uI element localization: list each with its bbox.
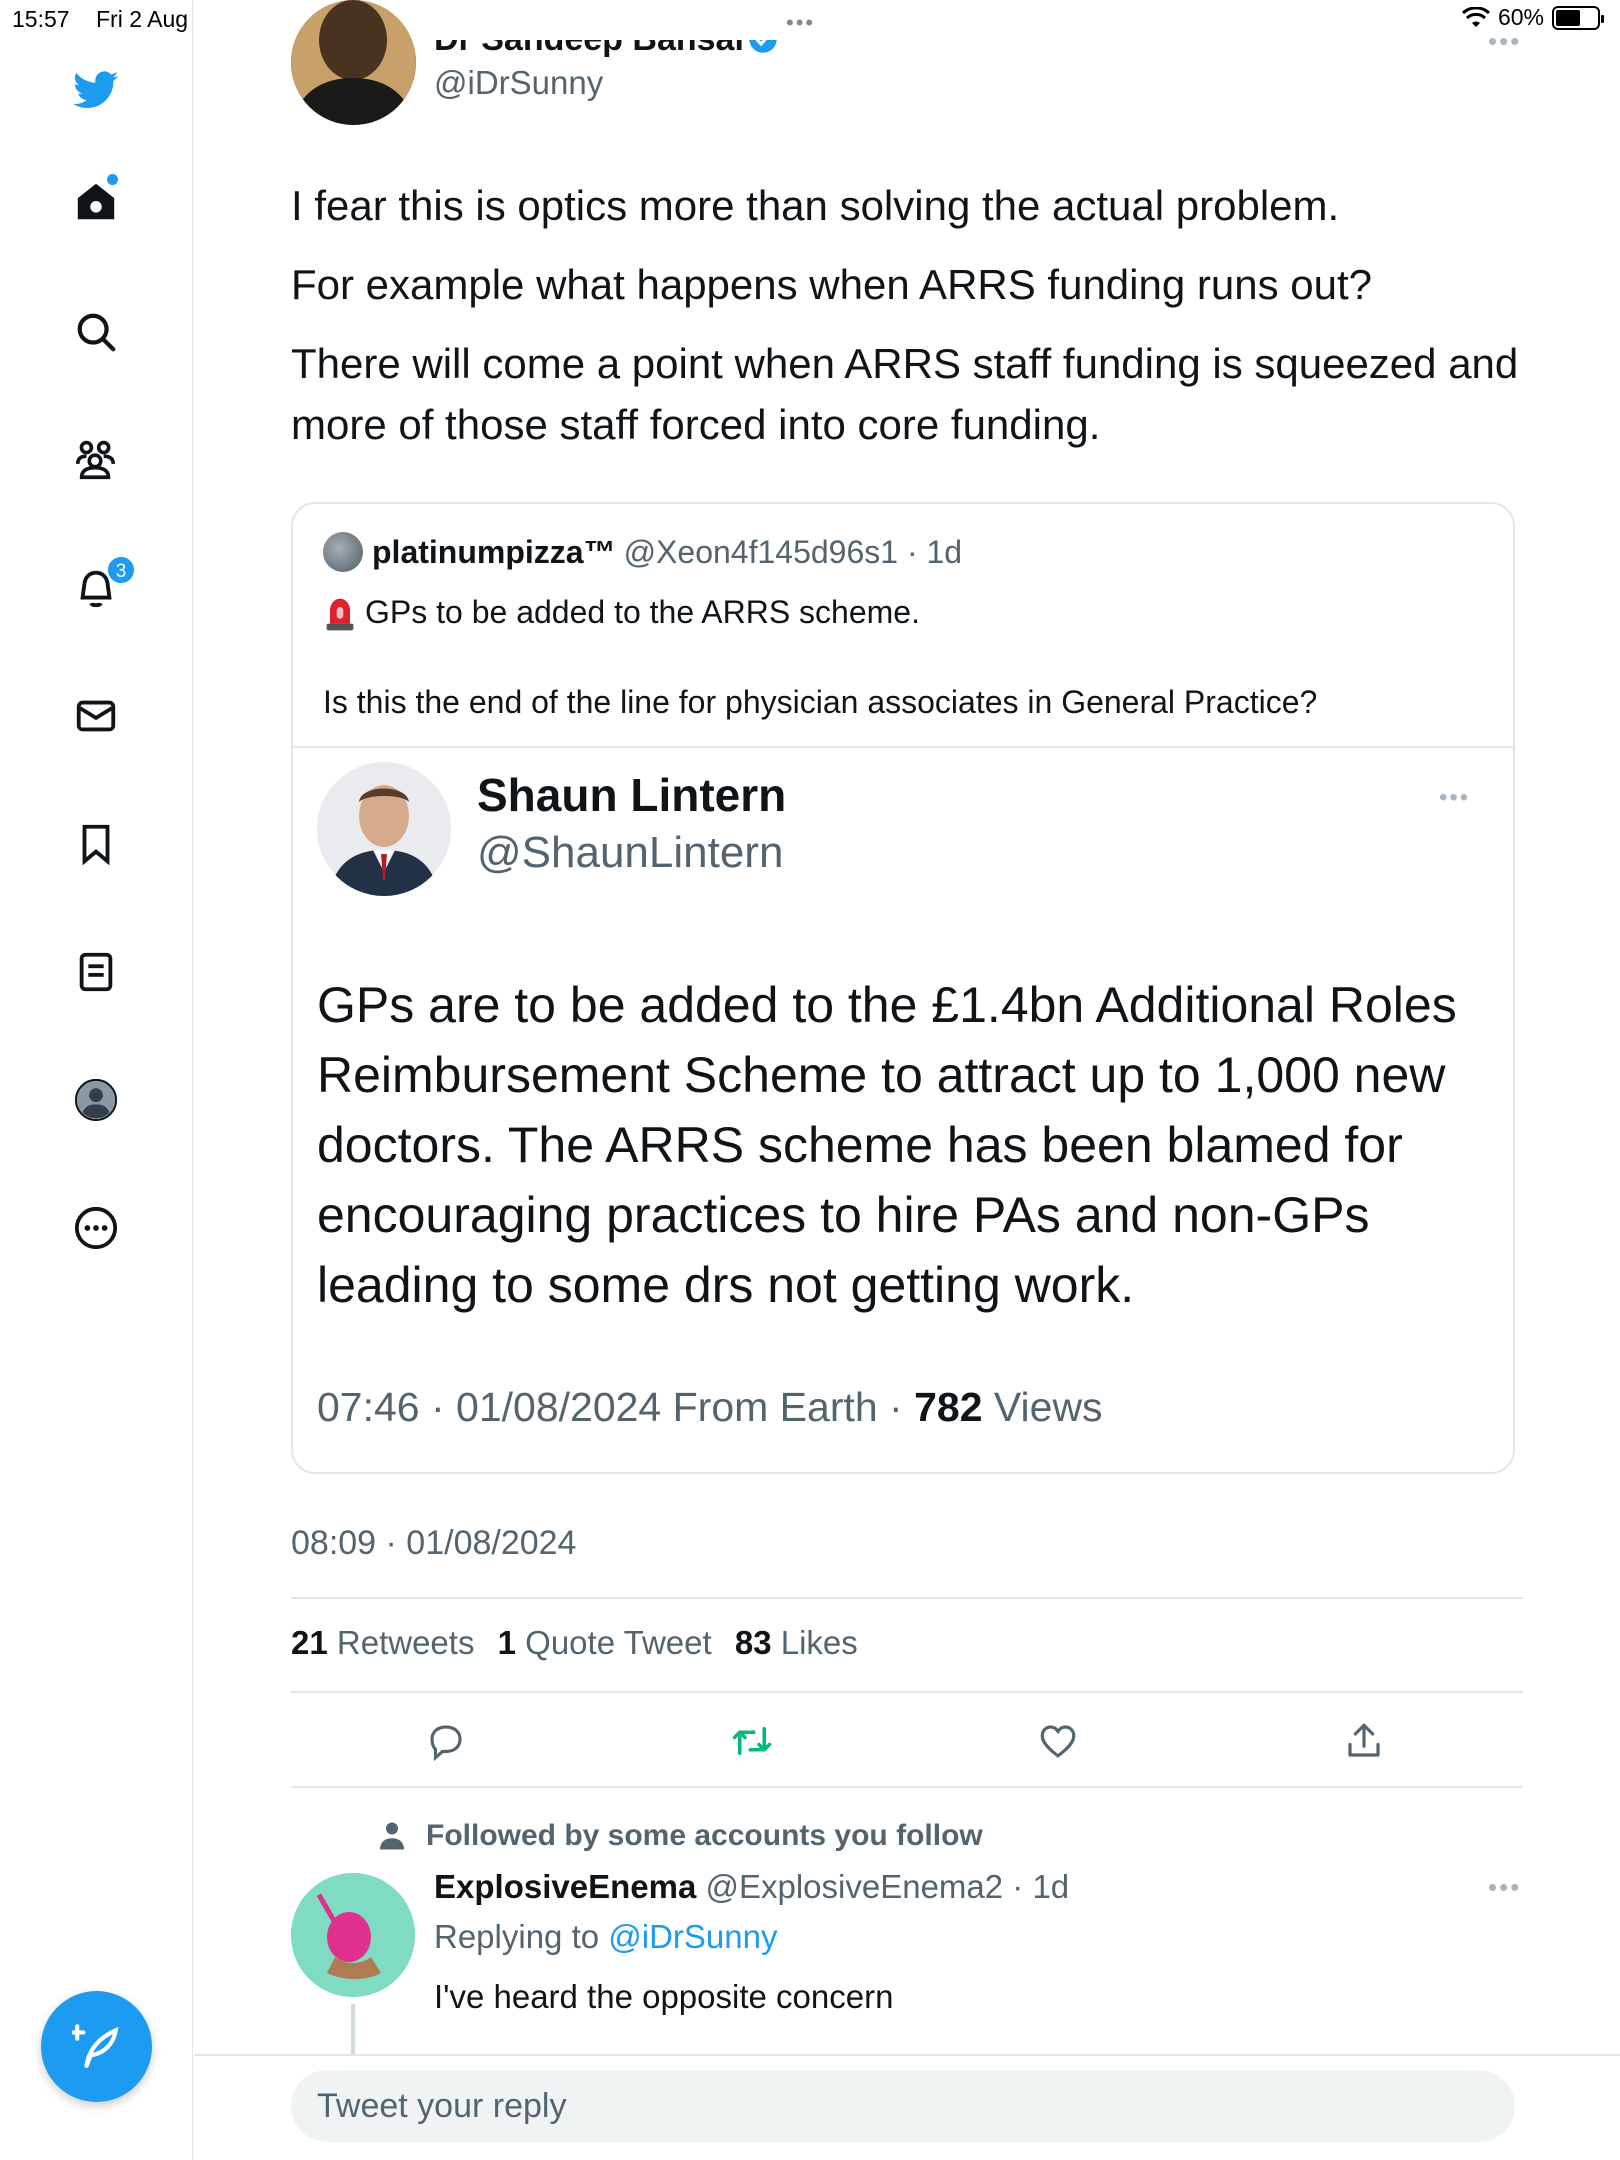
tweet-text-line-1: I fear this is optics more than solving … (291, 182, 1340, 229)
divider (291, 1597, 1523, 1599)
reply-button[interactable] (422, 1717, 470, 1765)
bookmark-icon[interactable] (68, 816, 124, 872)
screenshot-author-handle: @ShaunLintern (477, 828, 784, 877)
tweet-timestamp[interactable]: 08:09 · 01/08/2024 (291, 1524, 576, 1563)
quoted-text-line-2: Is this the end of the line for physicia… (323, 684, 1318, 720)
reply-author-avatar[interactable] (291, 1873, 415, 1997)
tweet-detail: Dr Sandeep Bansal @iDrSunny ••• I fear t… (194, 0, 1620, 2160)
siren-emoji-icon (326, 598, 354, 631)
author-name[interactable]: Dr Sandeep Bansal (434, 40, 778, 59)
quoted-text-line-1: GPs to be added to the ARRS scheme. (323, 592, 920, 632)
quoted-author-name: platinumpizza™ (372, 533, 616, 570)
person-icon (380, 1822, 404, 1850)
reply-header[interactable]: ExplosiveEnema @ExplosiveEnema2 · 1d (434, 1868, 1069, 1906)
feather-plus-icon (71, 2023, 118, 2068)
reply-bar (194, 2054, 1620, 2160)
avatar-icon[interactable] (68, 1072, 124, 1128)
share-icon (1348, 1723, 1380, 1757)
retweets-stat[interactable]: 21 Retweets (291, 1624, 474, 1661)
author-handle[interactable]: @iDrSunny (434, 64, 603, 102)
notification-badge: 3 (106, 555, 136, 585)
reply-icon (430, 1725, 462, 1762)
like-button[interactable] (1034, 1717, 1082, 1765)
replying-to: Replying to @iDrSunny (434, 1918, 778, 1955)
tweet-text-line-3: There will come a point when ARRS staff … (291, 340, 1519, 448)
retweet-button[interactable] (728, 1717, 776, 1765)
tweet-stats: 21 Retweets 1 Quote Tweet 83 Likes (291, 1624, 858, 1662)
quoted-tweet-header: platinumpizza™ @Xeon4f145d96s1 · 1d (323, 532, 962, 572)
divider (291, 1786, 1523, 1788)
screenshot-tweet-footer: 07:46 · 01/08/2024 From Earth · 782 View… (317, 1384, 1103, 1430)
tweet-text-line-2: For example what happens when ARRS fundi… (291, 261, 1372, 308)
compose-tweet-button[interactable] (41, 1991, 152, 2102)
twitter-logo-icon[interactable] (68, 62, 124, 118)
retweet-icon (732, 1727, 772, 1755)
divider (291, 1691, 1523, 1693)
verified-badge-icon (749, 40, 777, 53)
screenshot-tweet-text: GPs are to be added to the £1.4bn Additi… (317, 977, 1457, 1313)
quoted-author-meta: @Xeon4f145d96s1 · 1d (623, 533, 963, 570)
likes-stat[interactable]: 83 Likes (735, 1624, 858, 1661)
author-avatar[interactable] (291, 0, 416, 125)
tweet-reply-input[interactable] (291, 2070, 1515, 2142)
quotes-stat[interactable]: 1 Quote Tweet (498, 1624, 712, 1661)
share-button[interactable] (1340, 1717, 1388, 1765)
followed-by-note: Followed by some accounts you follow (374, 1818, 983, 1854)
list-icon[interactable] (68, 944, 124, 1000)
screenshot-author-avatar (317, 762, 451, 896)
search-icon[interactable] (68, 304, 124, 360)
screenshot-more-icon: ••• (1439, 784, 1471, 811)
quoted-author-avatar (323, 532, 363, 572)
home-unread-dot (107, 174, 118, 185)
sidebar: 3 (0, 0, 193, 2160)
reply-text: I've heard the opposite concern (434, 1978, 894, 2015)
quoted-tweet-image[interactable]: Shaun Lintern @ShaunLintern ••• GPs are … (293, 748, 1513, 1472)
reply-more-options-icon[interactable]: ••• (1488, 1872, 1521, 1903)
quoted-tweet[interactable]: platinumpizza™ @Xeon4f145d96s1 · 1d GPs … (291, 502, 1515, 1474)
mail-icon[interactable] (68, 688, 124, 744)
screenshot-author-name: Shaun Lintern (477, 769, 787, 821)
like-icon (1040, 1725, 1076, 1758)
replying-to-mention[interactable]: @iDrSunny (608, 1918, 777, 1955)
people-icon[interactable] (68, 432, 124, 488)
more-options-icon[interactable]: ••• (1488, 26, 1521, 57)
more-circle-icon[interactable] (68, 1200, 124, 1256)
